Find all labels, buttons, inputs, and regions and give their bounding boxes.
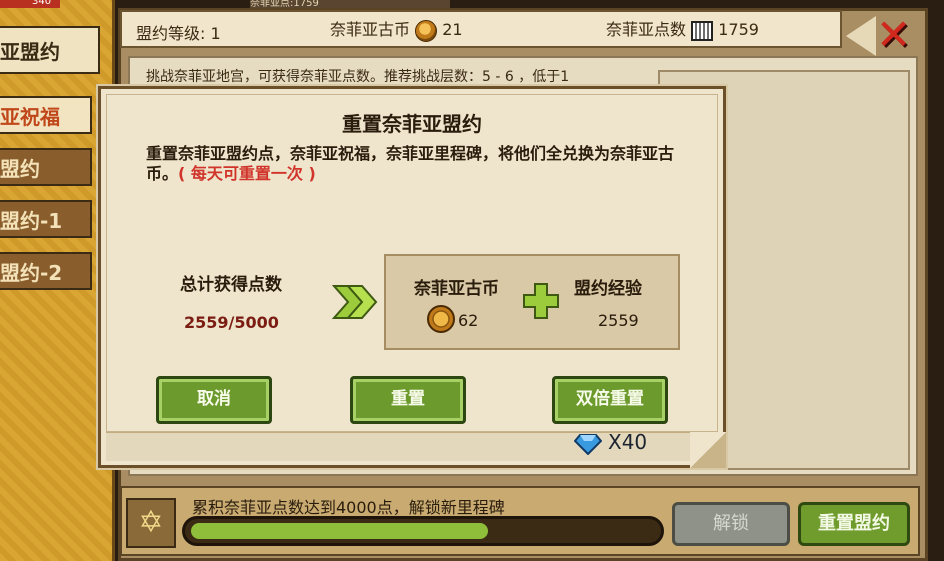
challenge-description: 挑战奈菲亚地宫，可获得奈菲亚点数。推荐挑战层数：5 - 6 ，低于1 bbox=[146, 69, 570, 85]
reward-coin-label: 奈菲亚古币 bbox=[414, 279, 499, 299]
sidebar-tab-label: 盟约 bbox=[0, 157, 40, 181]
close-button[interactable]: ✕ bbox=[846, 10, 920, 60]
total-points-label: 总计获得点数 bbox=[180, 275, 282, 295]
alliance-level: 盟约等级: 1 bbox=[136, 20, 221, 44]
sidebar-tab-covenant-1[interactable]: 盟约-1 bbox=[0, 200, 92, 238]
sidebar-tab-label: 盟约-1 bbox=[0, 209, 63, 233]
coin-icon bbox=[427, 305, 455, 333]
reset-alliance-button[interactable]: 重置盟约 bbox=[798, 502, 910, 546]
milestone-text: 累积奈菲亚点数达到4000点，解锁新里程碑 bbox=[192, 498, 505, 517]
coin-stat: 奈菲亚古币 21 bbox=[330, 16, 463, 42]
dialog-folded-corner bbox=[690, 432, 726, 468]
sidebar-top-badge: 340 bbox=[0, 0, 60, 8]
sidebar-tab-label: 盟约-2 bbox=[0, 261, 63, 285]
level-label: 盟约等级: bbox=[136, 24, 206, 43]
diamond-gem-icon bbox=[574, 434, 602, 455]
coin-value: 21 bbox=[442, 20, 463, 39]
sidebar-tab-label: 亚盟约 bbox=[0, 40, 60, 64]
dialog-description: 重置奈菲亚盟约点，奈菲亚祝福，奈菲亚里程碑，将他们全兑换为奈菲亚古币。( 每天可… bbox=[146, 144, 694, 184]
milestone-progress-bar bbox=[182, 516, 664, 546]
plus-icon bbox=[523, 283, 559, 319]
pentagram-emblem-icon: ✡ bbox=[126, 498, 176, 548]
coin-label: 奈菲亚古币 bbox=[330, 20, 411, 39]
reset-button[interactable]: 重置 bbox=[350, 376, 466, 424]
coin-icon bbox=[415, 19, 438, 42]
double-chevron-right-icon bbox=[332, 285, 378, 319]
points-stat: 奈菲亚点数 1759 bbox=[606, 16, 759, 41]
top-status-strip: 奈菲亚点:1759 bbox=[250, 0, 450, 8]
dialog-desc-note: ( 每天可重置一次 ) bbox=[178, 164, 316, 183]
reward-exp-label: 盟约经验 bbox=[574, 279, 642, 299]
close-icon: ✕ bbox=[876, 10, 912, 59]
reward-coin-value: 62 bbox=[458, 311, 479, 330]
level-value: 1 bbox=[210, 24, 221, 43]
unlock-button[interactable]: 解锁 bbox=[672, 502, 790, 546]
points-value: 1759 bbox=[718, 20, 759, 39]
sidebar-tab-covenant[interactable]: 盟约 bbox=[0, 148, 92, 186]
double-reset-button[interactable]: 双倍重置 bbox=[552, 376, 668, 424]
gem-cost: X40 bbox=[608, 430, 648, 454]
sidebar-top-value: 340 bbox=[32, 0, 52, 7]
progress-fill bbox=[191, 523, 488, 539]
status-strip-text: 奈菲亚点:1759 bbox=[250, 0, 319, 8]
top-info-bar: 盟约等级: 1 奈菲亚古币 21 奈菲亚点数 1759 bbox=[120, 10, 842, 48]
cancel-button[interactable]: 取消 bbox=[156, 376, 272, 424]
points-label: 奈菲亚点数 bbox=[606, 20, 687, 39]
reward-exp-value: 2559 bbox=[598, 311, 639, 330]
total-points-value: 2559/5000 bbox=[184, 313, 279, 332]
close-arrow-decoration bbox=[846, 16, 876, 56]
sidebar-tab-covenant-2[interactable]: 盟约-2 bbox=[0, 252, 92, 290]
sidebar-tab-alliance[interactable]: 亚盟约 bbox=[0, 26, 100, 74]
points-card-icon bbox=[691, 20, 714, 41]
dialog-title: 重置奈菲亚盟约 bbox=[342, 112, 482, 136]
